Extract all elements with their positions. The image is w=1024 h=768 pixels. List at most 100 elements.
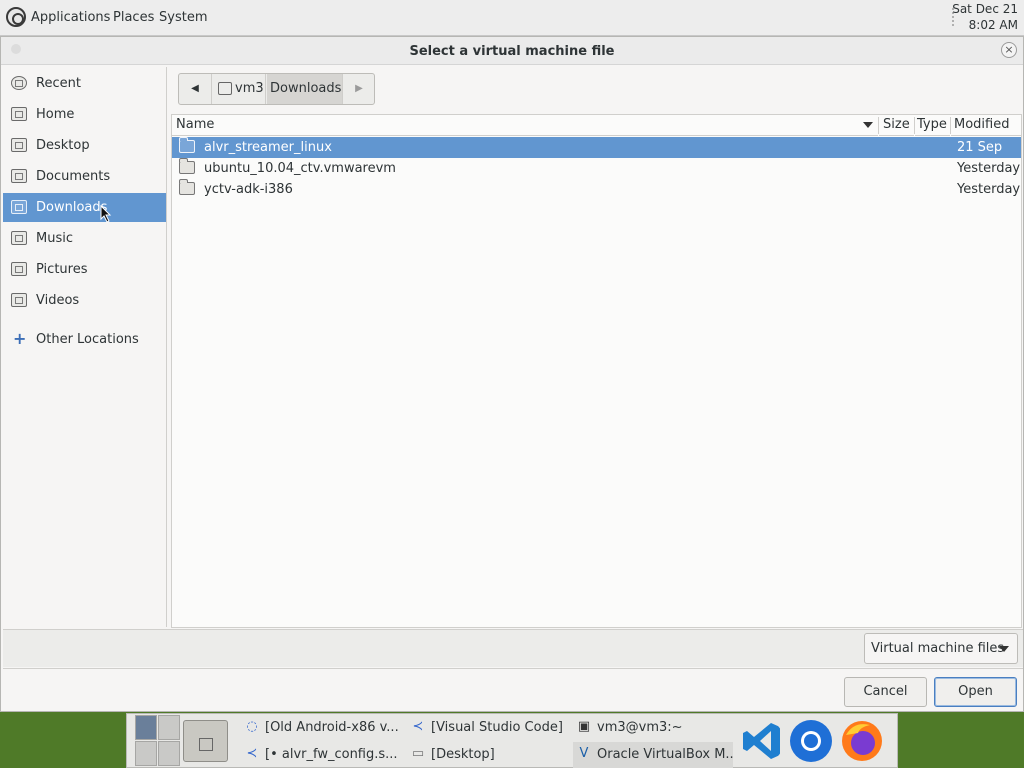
- file-row[interactable]: alvr_streamer_linux 21 Sep: [172, 137, 1021, 158]
- file-modified: Yesterday: [957, 161, 1021, 176]
- bottom-taskbar: ◌ [Old Android-x86 v... ≺ [Visual Studio…: [126, 713, 898, 768]
- sidebar-item-downloads[interactable]: Downloads: [3, 193, 166, 223]
- file-manager-launcher-icon[interactable]: [183, 720, 228, 762]
- sidebar-item-label: Videos: [36, 293, 80, 308]
- sidebar-item-videos[interactable]: Videos: [3, 286, 166, 315]
- workspace-4[interactable]: [158, 741, 180, 766]
- sidebar-item-label: Downloads: [36, 200, 108, 215]
- chrome-icon: ◌: [246, 719, 258, 734]
- system-menu[interactable]: System: [159, 10, 207, 25]
- places-sidebar: Recent Home Desktop Documents Downloads …: [3, 67, 167, 627]
- sidebar-item-pictures[interactable]: Pictures: [3, 255, 166, 284]
- task-label: [Visual Studio Code]: [431, 720, 563, 735]
- column-header-type[interactable]: Type: [915, 115, 950, 136]
- documents-icon: [11, 169, 27, 183]
- task-label: [Desktop]: [431, 747, 495, 762]
- cancel-button[interactable]: Cancel: [844, 677, 927, 707]
- task-terminal[interactable]: ▣ vm3@vm3:~: [573, 715, 733, 741]
- file-modified: Yesterday: [957, 182, 1021, 197]
- home-icon: [11, 107, 27, 121]
- sidebar-item-other-locations[interactable]: + Other Locations: [3, 325, 166, 354]
- clock-time: 8:02 AM: [968, 18, 1018, 32]
- sidebar-item-label: Music: [36, 231, 73, 246]
- sidebar-item-desktop[interactable]: Desktop: [3, 131, 166, 160]
- clock[interactable]: Sat Dec 21 8:02 AM: [952, 1, 1018, 33]
- videos-icon: [11, 293, 27, 307]
- task-vscode-config[interactable]: ≺ [• alvr_fw_config.s...: [241, 742, 401, 768]
- dialog-title: Select a virtual machine file: [409, 44, 615, 59]
- firefox-icon[interactable]: [840, 719, 884, 763]
- pictures-icon: [11, 262, 27, 276]
- file-row[interactable]: ubuntu_10.04_ctv.vmwarevm Yesterday: [172, 158, 1021, 179]
- plus-icon: +: [13, 329, 27, 348]
- top-panel: Applications Places System Sat Dec 21 8:…: [0, 0, 1024, 36]
- places-menu[interactable]: Places: [113, 10, 154, 25]
- vscode-icon[interactable]: [740, 719, 784, 763]
- task-vscode[interactable]: ≺ [Visual Studio Code]: [407, 715, 567, 741]
- path-segment-home[interactable]: vm3: [213, 74, 266, 104]
- file-list[interactable]: Name Size Type Modified alvr_streamer_li…: [171, 114, 1022, 628]
- filter-bar: Virtual machine files: [3, 629, 1023, 667]
- sidebar-item-label: Documents: [36, 169, 111, 184]
- task-label: Oracle VirtualBox M...: [597, 747, 733, 762]
- dialog-action-bar: Cancel Open: [3, 668, 1023, 711]
- sidebar-item-label: Home: [36, 107, 75, 122]
- virtualbox-icon: V: [579, 746, 589, 761]
- column-header-name[interactable]: Name: [172, 115, 878, 136]
- applications-menu[interactable]: Applications: [31, 10, 110, 25]
- path-segment-label: Downloads: [270, 81, 342, 96]
- task-label: [• alvr_fw_config.s...: [265, 747, 398, 762]
- sidebar-item-label: Desktop: [36, 138, 90, 153]
- file-name: ubuntu_10.04_ctv.vmwarevm: [204, 161, 396, 176]
- sidebar-item-label: Recent: [36, 76, 81, 91]
- file-name: yctv-adk-i386: [204, 182, 293, 197]
- sidebar-item-documents[interactable]: Documents: [3, 162, 166, 191]
- path-bar: ◀ vm3 Downloads ▶: [178, 73, 375, 105]
- task-desktop[interactable]: ▭ [Desktop]: [407, 742, 567, 768]
- vscode-icon: ≺: [412, 719, 424, 734]
- chevron-down-icon: [999, 646, 1009, 652]
- file-row[interactable]: yctv-adk-i386 Yesterday: [172, 179, 1021, 200]
- dialog-titlebar[interactable]: Select a virtual machine file ×: [1, 37, 1023, 65]
- open-button[interactable]: Open: [934, 677, 1017, 707]
- task-virtualbox[interactable]: V Oracle VirtualBox M...: [573, 742, 733, 768]
- path-back-button[interactable]: ◀: [179, 74, 212, 104]
- downloads-icon: [11, 200, 27, 214]
- column-header-modified[interactable]: Modified: [951, 115, 1021, 136]
- file-name: alvr_streamer_linux: [204, 140, 332, 155]
- workspace-switcher[interactable]: [135, 715, 181, 767]
- column-name-label: Name: [176, 117, 215, 132]
- file-type-filter[interactable]: Virtual machine files: [864, 633, 1018, 664]
- folder-icon: [179, 179, 195, 195]
- chromium-icon[interactable]: [789, 719, 833, 763]
- column-size-label: Size: [883, 117, 910, 132]
- sidebar-item-recent[interactable]: Recent: [3, 69, 166, 98]
- workspace-1[interactable]: [135, 715, 157, 740]
- mate-logo-icon[interactable]: [6, 7, 26, 27]
- desktop-icon: [11, 138, 27, 152]
- path-segment-label: vm3: [235, 81, 264, 96]
- sidebar-item-label: Other Locations: [36, 332, 139, 347]
- path-forward-button[interactable]: ▶: [344, 74, 374, 104]
- sidebar-item-home[interactable]: Home: [3, 100, 166, 129]
- music-icon: [11, 231, 27, 245]
- folder-icon: ▭: [411, 746, 425, 761]
- path-segment-downloads[interactable]: Downloads: [267, 74, 343, 104]
- clock-icon: [11, 76, 27, 90]
- sidebar-item-label: Pictures: [36, 262, 88, 277]
- workspace-2[interactable]: [158, 715, 180, 740]
- sidebar-item-music[interactable]: Music: [3, 224, 166, 253]
- workspace-3[interactable]: [135, 741, 157, 766]
- task-chrome-android[interactable]: ◌ [Old Android-x86 v...: [241, 715, 401, 741]
- task-label: vm3@vm3:~: [597, 720, 683, 735]
- home-icon: [218, 82, 232, 95]
- folder-icon: [179, 158, 195, 174]
- column-header-size[interactable]: Size: [879, 115, 914, 136]
- terminal-icon: ▣: [577, 719, 591, 734]
- file-modified: 21 Sep: [957, 140, 1003, 155]
- clock-date: Sat Dec 21: [952, 2, 1018, 16]
- mouse-cursor-icon: [100, 205, 112, 223]
- filter-selected-label: Virtual machine files: [871, 641, 1005, 656]
- close-button[interactable]: ×: [1001, 42, 1017, 58]
- vscode-icon: ≺: [246, 746, 258, 761]
